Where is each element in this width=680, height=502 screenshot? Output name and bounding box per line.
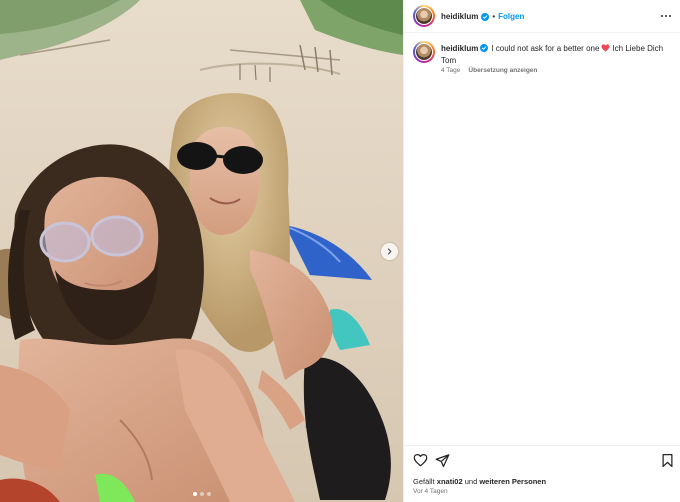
bookmark-icon[interactable] — [660, 453, 675, 468]
post-side-panel: heidiklum • Folgen heidiklum I could not … — [403, 0, 680, 502]
carousel-dot — [199, 492, 204, 496]
red-heart-emoji-icon — [601, 44, 610, 52]
more-horizontal-icon — [660, 14, 663, 18]
caption-time: 4 Tage — [441, 67, 461, 74]
next-slide-button[interactable] — [381, 243, 398, 260]
more-options-button[interactable] — [659, 10, 673, 22]
translate-link[interactable]: Übersetzung anzeigen — [468, 67, 537, 74]
carousel-dot — [192, 492, 197, 496]
caption: heidiklum I could not ask for a better on… — [441, 43, 671, 67]
verified-badge-icon — [480, 44, 489, 52]
post-media[interactable] — [0, 0, 403, 502]
post-header: heidiklum • Folgen — [404, 0, 680, 33]
carousel-dot — [206, 492, 211, 496]
heart-outline-icon[interactable] — [413, 453, 428, 468]
post-timestamp: Vor 4 Tagen — [413, 488, 448, 495]
follow-button[interactable]: Folgen — [498, 12, 524, 21]
avatar[interactable] — [413, 41, 435, 63]
paper-plane-icon[interactable] — [435, 453, 450, 468]
post-photo — [0, 0, 403, 502]
liked-by-user-link[interactable]: xnati02 — [437, 477, 463, 486]
likes-summary: Gefällt xnati02 und weiteren Personen — [413, 477, 546, 486]
others-likes-link[interactable]: weiteren Personen — [479, 477, 546, 486]
avatar[interactable] — [413, 5, 435, 27]
caption-meta: 4 Tage Übersetzung anzeigen — [441, 67, 537, 74]
likes-prefix: Gefällt — [413, 477, 435, 486]
action-bar: Gefällt xnati02 und weiteren Personen Vo… — [404, 445, 680, 502]
caption-username-link[interactable]: heidiklum — [441, 44, 478, 53]
caption-text: I could not ask for a better one — [491, 44, 600, 53]
carousel-indicator — [0, 492, 403, 496]
chevron-right-icon — [387, 248, 392, 255]
verified-badge-icon — [481, 12, 490, 21]
username-link[interactable]: heidiklum — [441, 12, 478, 21]
separator-dot: • — [492, 12, 496, 21]
likes-connector: und — [464, 477, 478, 486]
